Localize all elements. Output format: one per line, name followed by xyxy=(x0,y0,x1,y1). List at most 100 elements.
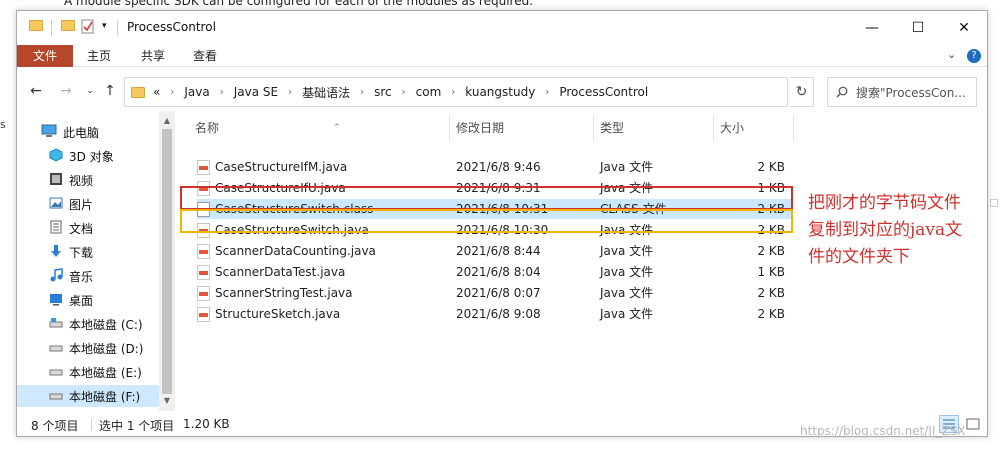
breadcrumb-overflow[interactable]: « xyxy=(153,85,160,99)
large-icons-view-button[interactable] xyxy=(963,415,983,433)
nav-scrollbar-thumb[interactable] xyxy=(162,129,172,394)
file-row[interactable]: ScannerDataTest.java 2021/6/8 8:04 Java … xyxy=(197,262,793,282)
minimize-button[interactable]: — xyxy=(849,11,895,45)
java-file-icon xyxy=(197,286,210,301)
desktop-icon xyxy=(49,292,63,309)
chevron-right-icon[interactable]: › xyxy=(545,87,549,98)
file-date: 2021/6/8 8:44 xyxy=(456,244,541,258)
column-divider[interactable] xyxy=(713,115,714,141)
file-size: 1 KB xyxy=(757,265,785,279)
search-input[interactable]: 搜索"ProcessCon... xyxy=(827,77,977,107)
file-row[interactable]: StructureSketch.java 2021/6/8 9:08 Java … xyxy=(197,304,793,324)
column-divider[interactable] xyxy=(793,115,794,141)
properties-icon[interactable] xyxy=(81,19,95,37)
breadcrumb-item[interactable]: Java SE xyxy=(234,85,278,99)
selection-size: 1.20 KB xyxy=(183,417,230,431)
file-date: 2021/6/8 0:07 xyxy=(456,286,541,300)
selection-count: 选中 1 个项目 xyxy=(99,419,175,433)
nav-item-drive-d[interactable]: 本地磁盘 (D:) xyxy=(17,337,174,359)
background-strip xyxy=(988,0,1008,453)
sort-ascending-icon: ⌃ xyxy=(333,123,341,133)
file-type: Java 文件 xyxy=(600,244,654,258)
file-row[interactable]: ScannerDataCounting.java 2021/6/8 8:44 J… xyxy=(197,241,793,261)
nav-item-downloads[interactable]: 下载 xyxy=(17,241,174,263)
help-icon[interactable]: ? xyxy=(967,49,981,63)
drive-icon xyxy=(49,316,63,333)
file-size: 2 KB xyxy=(757,160,785,174)
quick-access-folder-icon[interactable] xyxy=(61,20,75,31)
chevron-right-icon[interactable]: › xyxy=(220,87,224,98)
column-header-date[interactable]: 修改日期 xyxy=(456,115,596,141)
file-name: StructureSketch.java xyxy=(215,307,341,321)
nav-item-drive-f[interactable]: 本地磁盘 (F:) xyxy=(17,385,174,407)
chevron-right-icon[interactable]: › xyxy=(402,87,406,98)
background-handle xyxy=(990,199,998,207)
music-icon xyxy=(49,267,63,285)
separator xyxy=(51,20,52,36)
nav-item-drive-c[interactable]: 本地磁盘 (C:) xyxy=(17,313,174,335)
breadcrumb-item[interactable]: src xyxy=(374,85,392,99)
nav-item-label: 视频 xyxy=(69,173,94,188)
breadcrumb-item[interactable]: com xyxy=(416,85,442,99)
back-button[interactable]: ← xyxy=(25,81,47,101)
column-header-type[interactable]: 类型 xyxy=(600,115,710,141)
nav-item-drive-e[interactable]: 本地磁盘 (E:) xyxy=(17,361,174,383)
breadcrumb-current[interactable]: ProcessControl xyxy=(559,85,648,99)
column-divider[interactable] xyxy=(449,115,450,141)
file-row[interactable]: ScannerStringTest.java 2021/6/8 0:07 Jav… xyxy=(197,283,793,303)
chevron-right-icon[interactable]: › xyxy=(360,87,364,98)
recent-locations-button[interactable]: ⌄ xyxy=(79,81,101,101)
close-button[interactable]: ✕ xyxy=(941,11,987,45)
file-row[interactable]: CaseStructureIfM.java 2021/6/8 9:46 Java… xyxy=(197,157,793,177)
annotation-line: 把刚才的字节码文件 xyxy=(808,193,961,213)
file-date: 2021/6/8 9:08 xyxy=(456,307,541,321)
annotation-line: 件的文件夹下 xyxy=(808,247,910,267)
file-name: ScannerStringTest.java xyxy=(215,286,353,300)
breadcrumb-item[interactable]: kuangstudy xyxy=(465,85,535,99)
cube-icon xyxy=(49,147,63,165)
nav-item-label: 本地磁盘 (F:) xyxy=(69,389,141,404)
file-date: 2021/6/8 9:46 xyxy=(456,160,541,174)
refresh-button[interactable]: ↻ xyxy=(790,77,814,107)
watermark: https://blog.csdn.net/JI_ZSX xyxy=(800,424,966,438)
tab-view[interactable]: 查看 xyxy=(183,45,227,67)
file-size: 2 KB xyxy=(757,307,785,321)
breadcrumb-item[interactable]: Java xyxy=(184,85,209,99)
up-button[interactable]: ↑ xyxy=(99,81,121,101)
ribbon-expand-icon[interactable]: ⌄ xyxy=(947,48,956,61)
nav-item-desktop[interactable]: 桌面 xyxy=(17,289,174,311)
nav-item-videos[interactable]: 视频 xyxy=(17,169,174,191)
nav-item-documents[interactable]: 文档 xyxy=(17,217,174,239)
video-icon xyxy=(49,172,63,189)
nav-item-3d-objects[interactable]: 3D 对象 xyxy=(17,145,174,167)
item-count: 8 个项目 xyxy=(31,419,79,433)
forward-button[interactable]: → xyxy=(55,81,77,101)
computer-icon xyxy=(41,124,57,141)
scroll-up-icon[interactable]: ▲ xyxy=(159,113,175,129)
chevron-right-icon[interactable]: › xyxy=(451,87,455,98)
search-icon xyxy=(836,86,848,98)
nav-item-music[interactable]: 音乐 xyxy=(17,265,174,287)
breadcrumb-item[interactable]: 基础语法 xyxy=(302,84,350,101)
tab-share[interactable]: 共享 xyxy=(131,45,175,67)
background-fragment: s xyxy=(0,118,6,131)
nav-item-pictures[interactable]: 图片 xyxy=(17,193,174,215)
column-label: 名称 xyxy=(195,121,220,135)
column-header-name[interactable]: 名称 ⌃ xyxy=(195,115,451,141)
tab-home[interactable]: 主页 xyxy=(77,45,121,67)
column-header-size[interactable]: 大小 xyxy=(720,115,790,141)
picture-icon xyxy=(49,196,63,213)
column-divider[interactable] xyxy=(593,115,594,141)
scroll-down-icon[interactable]: ▼ xyxy=(159,393,175,409)
address-bar[interactable]: « › Java › Java SE › 基础语法 › src › com › … xyxy=(124,77,881,107)
customize-quick-access-icon[interactable]: ▾ xyxy=(102,21,107,31)
file-size: 2 KB xyxy=(757,244,785,258)
chevron-right-icon[interactable]: › xyxy=(288,87,292,98)
nav-item-label: 下载 xyxy=(69,245,94,260)
nav-item-label: 3D 对象 xyxy=(69,149,114,164)
separator xyxy=(117,20,118,36)
annotation-text: 把刚才的字节码文件 复制到对应的java文 件的文件夹下 xyxy=(808,190,988,271)
nav-item-this-pc[interactable]: 此电脑 xyxy=(17,121,174,143)
tab-file[interactable]: 文件 xyxy=(17,45,73,67)
maximize-button[interactable]: ☐ xyxy=(895,11,941,45)
